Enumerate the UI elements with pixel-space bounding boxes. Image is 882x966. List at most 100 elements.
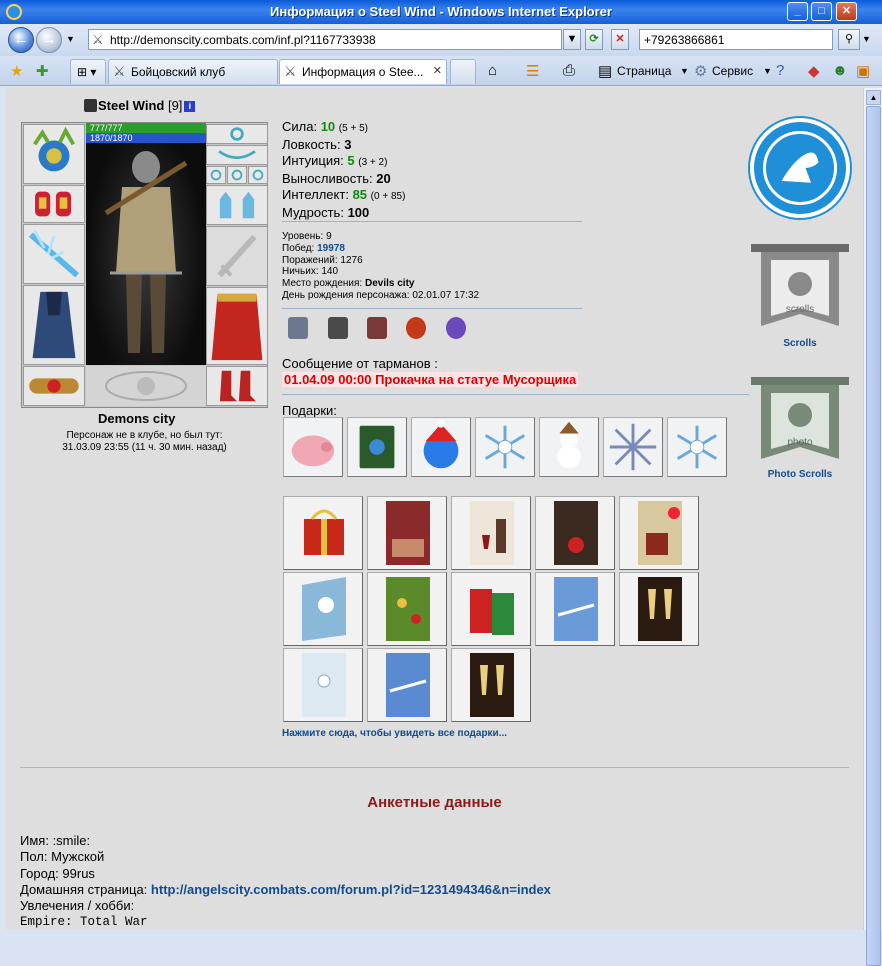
close-button[interactable]: ✕ [836,2,857,21]
tab-close-icon[interactable]: ✕ [433,64,442,77]
see-all-gifts-link[interactable]: Нажмите сюда, чтобы увидеть все подарки.… [282,728,507,739]
boots-slot-icon[interactable] [206,366,268,406]
gift-card-white[interactable] [283,648,363,722]
photo-scrolls-banner-icon[interactable]: photo [751,375,849,467]
gift-card-2009-blue[interactable] [283,572,363,646]
homepage-link[interactable]: http://angelscity.combats.com/forum.pl?i… [151,882,551,897]
research-icon[interactable]: ◆ [808,62,820,80]
divider [282,308,582,309]
pants-slot-icon[interactable] [206,287,268,365]
armor-slot-icon[interactable] [23,285,85,365]
maximize-button[interactable]: □ [811,2,832,21]
gift-ice-crystal-icon[interactable] [603,417,663,477]
tab-fight-club[interactable]: ⚔ Бойцовский клуб [108,59,278,84]
clan-logo-icon[interactable] [750,118,850,218]
tab-favicon-icon: ⚔ [113,63,126,79]
messenger-icon[interactable]: ☻ [832,62,848,79]
profile-heading: Анкетные данные [367,794,502,811]
page-icon[interactable]: ▤ [598,62,612,80]
add-favorites-icon[interactable]: ✚ [36,62,49,80]
gift-card-tree[interactable] [367,572,447,646]
minimize-button[interactable]: _ [787,2,808,21]
tools-menu[interactable]: Сервис [712,64,753,78]
help-icon[interactable]: ? [776,62,784,79]
tools-dropdown-icon[interactable]: ▼ [763,66,772,76]
address-dropdown-icon[interactable]: ▼ [563,29,581,50]
new-tab-button[interactable] [450,59,476,84]
gift-book-icon[interactable] [347,417,407,477]
ring-slot-2-icon[interactable] [227,166,247,184]
helmet-slot-icon[interactable] [23,124,85,184]
earrings-slot-icon[interactable] [206,124,268,144]
medal-4-icon[interactable] [406,317,426,339]
address-bar[interactable]: ⚔ http://demonscity.combats.com/inf.pl?1… [88,29,562,50]
photo-banner-text: photo [787,437,812,448]
search-input[interactable]: +79263866861 [639,29,833,50]
gift-snowflake-2-icon[interactable] [667,417,727,477]
medal-5-icon[interactable] [446,317,466,339]
hp-bar: 777/777 [86,123,206,133]
message-text: 01.04.09 00:00 Прокачка на статуе Мусорщ… [282,372,579,387]
ring-slot-3-icon[interactable] [248,166,268,184]
scrolls-link[interactable]: Scrolls [740,338,860,349]
stat-wisdom: Мудрость: 100 [282,205,370,220]
divider [282,221,582,222]
gift-card-red[interactable] [367,496,447,570]
gift-card-dark[interactable] [535,496,615,570]
search-icon[interactable]: ⚲ [838,29,860,50]
medal-3-icon[interactable] [367,317,387,339]
home-icon[interactable]: ⌂ [488,62,497,79]
equipment-panel: 777/777 1870/1870 [21,122,268,408]
tab-info-steel-wind[interactable]: ⚔ Информация о Stee... ✕ [279,59,447,84]
gloves-slot-icon[interactable] [206,185,268,225]
stat-intuition: Интуиция: 5 (3 + 2) [282,153,388,168]
gift-card-balloons[interactable] [619,496,699,570]
gift-card-wine[interactable] [451,496,531,570]
vertical-scrollbar[interactable]: ▲ [863,88,882,966]
info-icon[interactable]: i [184,101,196,112]
stats-list: Сила: 10 (5 + 5) Ловкость: 3 Интуиция: 5… [282,119,405,221]
page-content: Steel Wind [9] i 777/777 1870/1870 Demon… [6,88,863,930]
gift-snowman-icon[interactable] [539,417,599,477]
page-dropdown-icon[interactable]: ▼ [680,66,689,76]
medal-2-icon[interactable] [328,317,348,339]
favorites-star-icon[interactable]: ★ [10,62,23,80]
scroll-up-icon[interactable]: ▲ [866,90,881,105]
gift-snowflake-icon[interactable] [475,417,535,477]
quick-tabs-button[interactable]: ⊞ ▾ [70,59,106,84]
scrollbar-thumb[interactable] [866,106,881,966]
amulet-slot-icon[interactable] [206,145,268,165]
gift-card-bags[interactable] [451,572,531,646]
forward-button[interactable]: → [36,27,62,53]
shield-slot-icon[interactable] [206,226,268,286]
search-dropdown-icon[interactable]: ▼ [862,34,871,44]
photo-scrolls-link[interactable]: Photo Scrolls [740,469,860,480]
gift-card-champagne[interactable] [619,572,699,646]
gift-card-present[interactable] [283,496,363,570]
gift-smiley-icon[interactable] [411,417,471,477]
character-name: Steel Wind [9] i [84,98,196,113]
medal-1-icon[interactable] [288,317,308,339]
history-dropdown-icon[interactable]: ▼ [66,34,75,44]
profile-name-row: Имя: :smile: [20,833,91,848]
gift-pig-icon[interactable] [283,417,343,477]
gift-card-champagne-2[interactable] [451,648,531,722]
gift-card-2009-frost[interactable] [535,572,615,646]
belt-slot-icon[interactable] [23,366,85,406]
bracers-slot-icon[interactable] [23,185,85,223]
feeds-icon[interactable]: ☰ [526,62,539,80]
scrolls-banner-icon[interactable]: scrolls [751,242,849,334]
tab-favicon-icon: ⚔ [284,63,297,79]
tools-gear-icon[interactable]: ⚙ [694,62,707,80]
extra-icon[interactable]: ▣ [856,62,870,80]
ring-slot-1-icon[interactable] [206,166,226,184]
page-menu[interactable]: Страница [617,64,671,78]
refresh-icon[interactable]: ⟳ [585,29,603,50]
back-button[interactable]: ← [8,27,34,53]
navigation-bar: ← → ▼ ⚔ http://demonscity.combats.com/in… [0,24,882,56]
print-icon[interactable]: ⎙ [563,62,575,79]
weapon-slot-icon[interactable] [23,224,85,284]
gift-card-2009-frost-2[interactable] [367,648,447,722]
stop-icon[interactable]: ✕ [611,29,629,50]
section-divider [20,767,849,768]
